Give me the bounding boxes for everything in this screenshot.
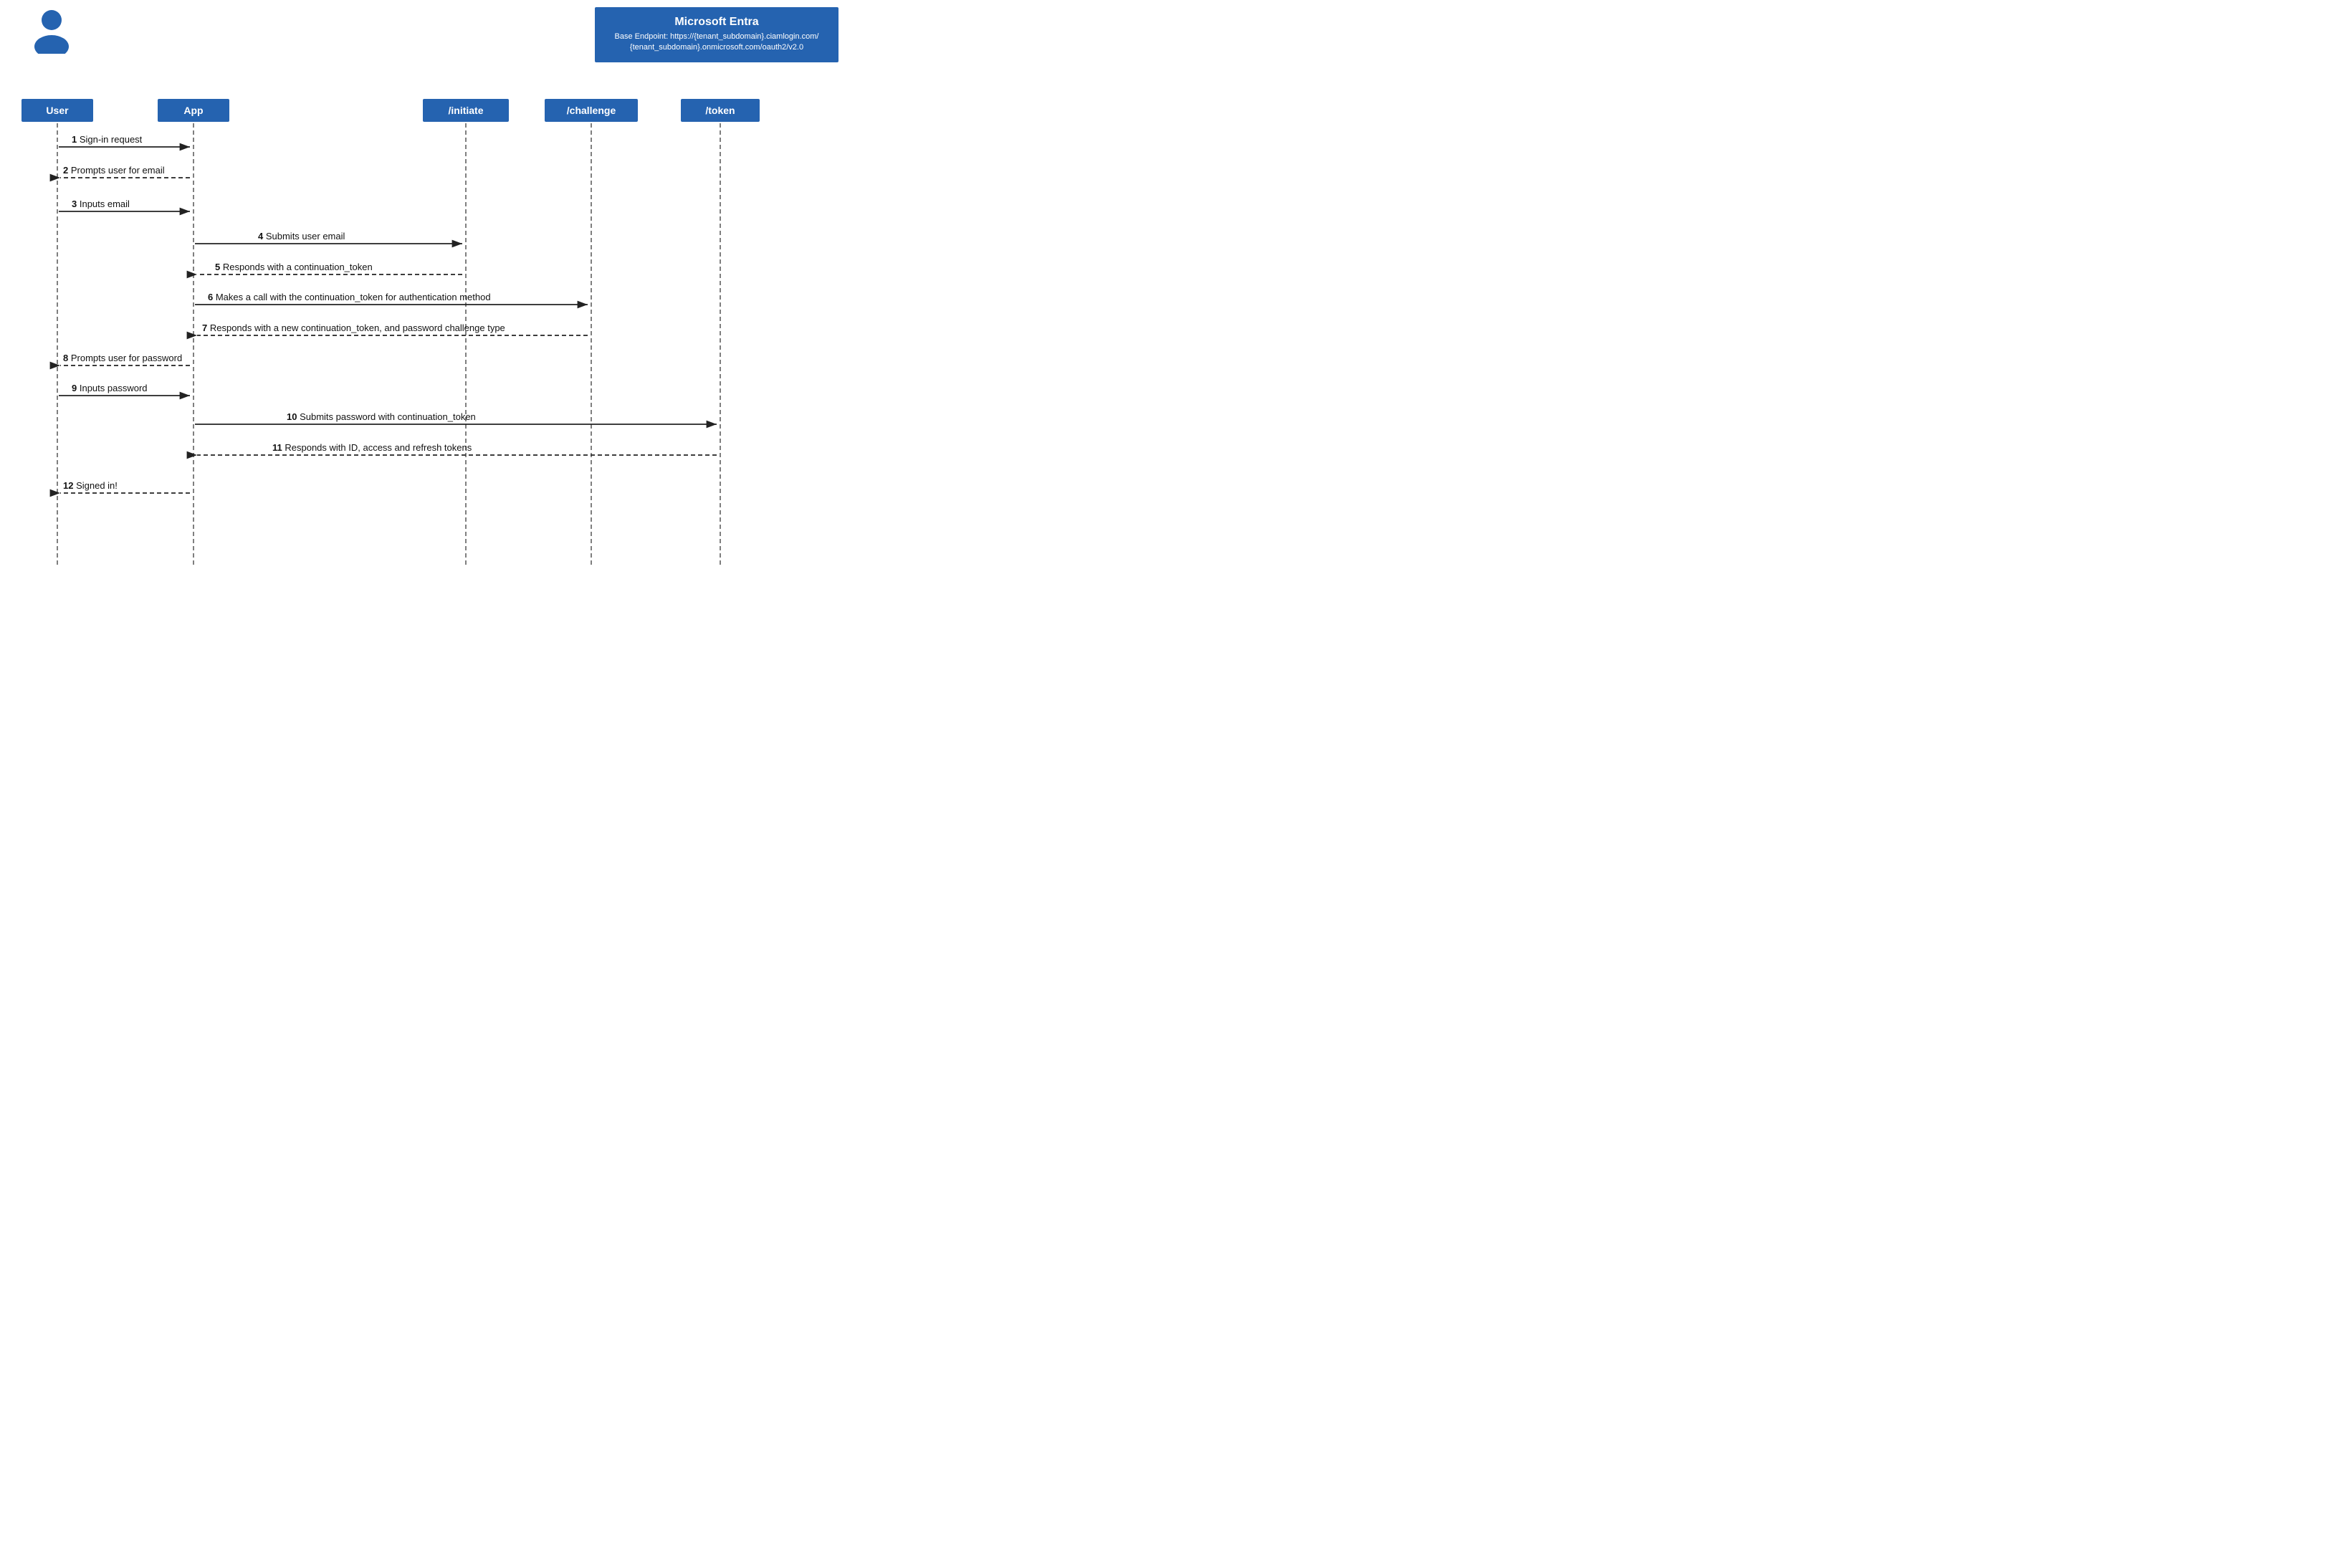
svg-text:11 Responds with ID, access a: 11 Responds with ID, access and refresh … [272,442,472,453]
svg-text:3 Inputs email: 3 Inputs email [72,199,130,209]
svg-text:5 Responds with a continuation: 5 Responds with a continuation_token [215,262,373,272]
svg-text:8 Prompts user for password: 8 Prompts user for password [63,353,182,363]
svg-text:12 Signed in!: 12 Signed in! [63,480,118,491]
actor-user: User [21,99,93,122]
user-icon [30,7,73,57]
svg-text:1 Sign-in request: 1 Sign-in request [72,134,143,145]
actor-challenge: /challenge [545,99,638,122]
actor-initiate: /initiate [423,99,509,122]
svg-text:2 Prompts user for email: 2 Prompts user for email [63,165,165,176]
svg-text:7 Responds with a new continua: 7 Responds with a new continuation_token… [202,322,505,333]
svg-text:6 Makes a call with the contin: 6 Makes a call with the continuation_tok… [208,292,491,302]
entra-subtitle: Base Endpoint: https://{tenant_subdomain… [612,32,821,54]
arrows-svg: 1 Sign-in request 2 Prompts user for ema… [0,0,860,573]
actor-app: App [158,99,229,122]
entra-title: Microsoft Entra [612,16,821,29]
svg-text:10 Submits password with conti: 10 Submits password with continuation_to… [287,411,476,422]
entra-box: Microsoft Entra Base Endpoint: https://{… [595,7,838,62]
svg-text:9 Inputs password: 9 Inputs password [72,383,148,393]
svg-text:4 Submits user email: 4 Submits user email [258,231,345,242]
actor-token: /token [681,99,760,122]
diagram-container: Microsoft Entra Base Endpoint: https://{… [0,0,860,573]
